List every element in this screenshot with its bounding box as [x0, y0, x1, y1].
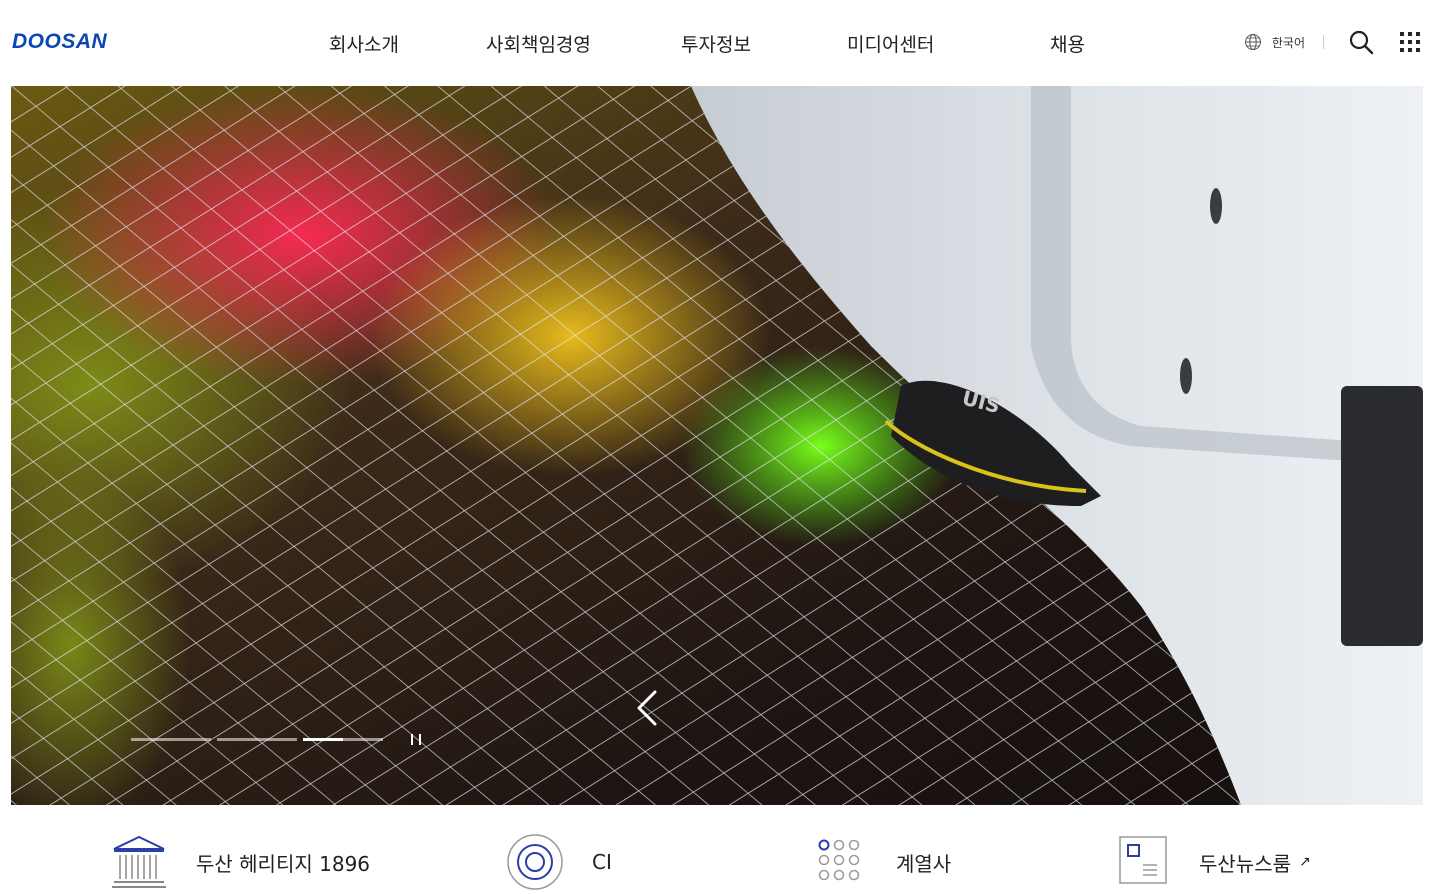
quick-link-label: 두산 헤리티지 1896 — [196, 851, 371, 876]
quick-link-label: 계열사 — [896, 851, 952, 876]
language-label: 한국어 — [1271, 35, 1305, 50]
nav-careers[interactable]: 채용 — [1050, 30, 1085, 57]
slide-indicator[interactable] — [217, 738, 297, 741]
search-icon[interactable] — [1348, 29, 1374, 55]
nav-csr[interactable]: 사회책임경영 — [486, 30, 591, 57]
hero-image: UIS — [11, 86, 1423, 805]
museum-icon — [112, 835, 166, 888]
slide-indicator-active[interactable] — [303, 738, 383, 741]
quick-link-heritage[interactable]: 두산 헤리티지 1896 — [110, 833, 370, 891]
grid-menu-icon[interactable] — [1400, 32, 1420, 52]
utility-menu: 한국어 — [1244, 28, 1420, 56]
quick-link-affiliates[interactable]: 계열사 — [814, 833, 951, 891]
slide-progress-fill — [303, 738, 343, 741]
quick-links: 두산 헤리티지 1896 CI 계열사 두산뉴스룸 ↗ — [0, 805, 1434, 894]
quick-link-ci[interactable]: CI — [506, 833, 612, 891]
hero-slider: UIS — [11, 86, 1423, 805]
divider — [1323, 35, 1324, 49]
quick-link-label: CI — [592, 850, 612, 874]
chevron-left-icon[interactable] — [633, 688, 663, 728]
language-selector[interactable]: 한국어 — [1244, 33, 1305, 51]
nav-company-intro[interactable]: 회사소개 — [329, 30, 399, 57]
main-navigation: 회사소개 사회책임경영 투자정보 미디어센터 채용 — [0, 30, 1434, 56]
slide-indicator[interactable] — [131, 738, 211, 741]
pause-icon[interactable] — [411, 734, 421, 745]
site-header: DOOSAN 회사소개 사회책임경영 투자정보 미디어센터 채용 한국어 — [0, 0, 1434, 86]
quick-link-newsroom[interactable]: 두산뉴스룸 ↗ — [1117, 833, 1311, 891]
slide-progress — [131, 734, 421, 745]
dots-grid-icon — [818, 839, 860, 881]
ci-circle-icon — [507, 834, 563, 890]
quick-link-label: 두산뉴스룸 — [1199, 851, 1291, 876]
nav-investor[interactable]: 투자정보 — [681, 30, 751, 57]
globe-icon — [1244, 34, 1261, 50]
newsroom-icon — [1119, 836, 1167, 884]
external-link-icon: ↗ — [1299, 854, 1311, 870]
nav-media-center[interactable]: 미디어센터 — [847, 30, 934, 57]
